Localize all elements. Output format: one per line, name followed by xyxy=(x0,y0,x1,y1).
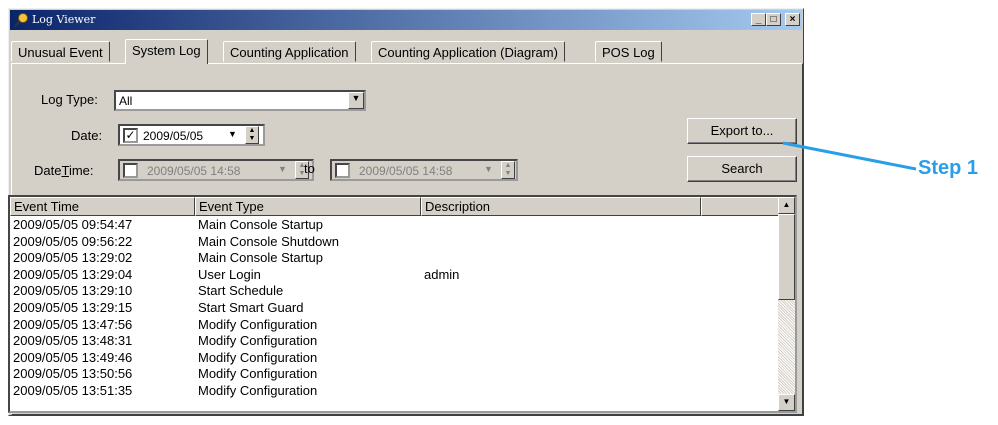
to-label: to xyxy=(304,161,315,176)
tab-pos-log[interactable]: POS Log xyxy=(595,41,662,62)
scroll-down-button[interactable]: ▼ xyxy=(778,394,795,411)
date-spinner[interactable]: ▲ ▼ xyxy=(245,126,259,144)
maximize-button[interactable]: □ xyxy=(766,13,781,26)
vertical-scrollbar[interactable]: ▲ ▼ xyxy=(778,197,795,411)
cell-event-time: 2009/05/05 13:51:35 xyxy=(13,383,133,398)
spin-down-icon: ▼ xyxy=(248,135,256,142)
datetime-to-checkbox[interactable] xyxy=(335,163,350,178)
table-row[interactable]: 2009/05/05 13:47:56 Modify Configuration xyxy=(10,317,780,333)
datetime-to-value: 2009/05/05 14:58 xyxy=(359,164,453,178)
close-icon: × xyxy=(789,14,796,25)
cell-event-type: Main Console Shutdown xyxy=(198,233,339,249)
cell-event-time: 2009/05/05 09:56:22 xyxy=(13,233,133,249)
datetime-label-part: Date xyxy=(34,163,62,178)
tab-counting-application-diagram[interactable]: Counting Application (Diagram) xyxy=(371,41,565,62)
window-title: Log Viewer xyxy=(32,13,96,26)
datetime-label-rest: ime: xyxy=(68,163,94,178)
step-1-annotation: Step 1 xyxy=(918,157,979,179)
cell-event-type: Start Schedule xyxy=(198,283,284,299)
table-row[interactable]: 2009/05/05 09:56:22 Main Console Shutdown xyxy=(10,234,780,250)
cell-event-type: Main Console Startup xyxy=(198,250,324,266)
magnifier-icon xyxy=(13,13,28,28)
step-pointer-line xyxy=(782,141,917,171)
cell-event-time: 2009/05/05 13:49:46 xyxy=(13,349,133,365)
date-label: Date: xyxy=(71,128,103,143)
cell-event-type: Modify Configuration xyxy=(198,349,318,365)
cell-event-type: User Login xyxy=(198,266,261,282)
table-row[interactable]: 2009/05/05 13:29:04 User Login admin xyxy=(10,267,780,283)
scroll-thumb[interactable] xyxy=(778,214,795,300)
tab-counting-application[interactable]: Counting Application xyxy=(223,41,356,62)
cell-event-time: 2009/05/05 13:29:10 xyxy=(13,283,133,299)
cell-event-time: 2009/05/05 13:29:02 xyxy=(13,250,133,266)
datetime-to-picker[interactable]: 2009/05/05 14:58 ▼ ▲ ▼ xyxy=(330,159,518,181)
tab-system-log[interactable]: System Log xyxy=(125,39,208,64)
scroll-up-button[interactable]: ▲ xyxy=(778,197,795,214)
cell-event-time: 2009/05/05 13:47:56 xyxy=(13,316,133,332)
maximize-icon: □ xyxy=(770,14,777,25)
column-header-event-type[interactable]: Event Type xyxy=(195,197,421,216)
table-row[interactable]: 2009/05/05 13:50:56 Modify Configuration xyxy=(10,366,780,382)
column-header-filler xyxy=(701,197,780,216)
cell-event-time: 2009/05/05 13:48:31 xyxy=(13,333,133,349)
checkmark-icon: ✓ xyxy=(125,128,136,142)
event-log-table[interactable]: Event Time Event Type Description 2009/0… xyxy=(8,195,797,413)
table-row[interactable]: 2009/05/05 13:49:46 Modify Configuration xyxy=(10,350,780,366)
column-header-description[interactable]: Description xyxy=(421,197,701,216)
scroll-down-icon: ▼ xyxy=(782,397,791,406)
cell-event-time: 2009/05/05 13:29:04 xyxy=(13,266,133,282)
datetime-from-checkbox[interactable] xyxy=(123,163,138,178)
datetime-label-mnemonic: T xyxy=(61,163,69,178)
cell-event-type: Main Console Startup xyxy=(198,217,324,232)
spin-up-icon: ▲ xyxy=(248,127,256,134)
cell-event-type: Start Smart Guard xyxy=(198,300,304,315)
cell-description: admin xyxy=(424,266,460,282)
table-row[interactable]: 2009/05/05 13:29:02 Main Console Startup xyxy=(10,250,780,266)
table-row[interactable]: 2009/05/05 09:54:47 Main Console Startup xyxy=(10,217,780,233)
datetime-to-spinner: ▲ ▼ xyxy=(501,161,515,179)
table-row[interactable]: 2009/05/05 13:29:10 Start Schedule xyxy=(10,283,780,299)
title-bar[interactable]: Log Viewer _ □ × xyxy=(10,10,802,30)
cell-event-time: 2009/05/05 13:50:56 xyxy=(13,366,133,382)
datetime-from-value: 2009/05/05 14:58 xyxy=(147,164,241,178)
minimize-button[interactable]: _ xyxy=(751,13,766,26)
scroll-up-icon: ▲ xyxy=(782,200,791,209)
table-row[interactable]: 2009/05/05 13:48:31 Modify Configuration xyxy=(10,333,780,349)
table-row[interactable]: 2009/05/05 13:51:35 Modify Configuration xyxy=(10,383,780,399)
minimize-icon: _ xyxy=(755,14,762,25)
cell-event-type: Modify Configuration xyxy=(198,316,318,332)
datetime-label: DateTime: xyxy=(34,163,94,178)
date-dropdown-icon[interactable]: ▼ xyxy=(228,129,237,139)
cell-event-type: Modify Configuration xyxy=(198,366,318,382)
cell-event-type: Modify Configuration xyxy=(198,333,318,349)
date-value: 2009/05/05 xyxy=(143,129,204,143)
datetime-from-picker[interactable]: 2009/05/05 14:58 ▼ ▲ ▼ xyxy=(118,159,314,181)
cell-event-time: 2009/05/05 09:54:47 xyxy=(13,217,133,232)
close-button[interactable]: × xyxy=(785,13,800,26)
date-picker[interactable]: ✓ 2009/05/05 ▼ ▲ ▼ xyxy=(118,124,265,146)
tab-unusual-event[interactable]: Unusual Event xyxy=(11,41,110,62)
datetime-to-dropdown-icon: ▼ xyxy=(484,164,493,174)
log-type-dropdown[interactable]: All ▼ xyxy=(114,90,366,111)
table-row[interactable]: 2009/05/05 13:29:15 Start Smart Guard xyxy=(10,300,780,316)
cell-event-type: Modify Configuration xyxy=(198,383,318,398)
log-type-value: All xyxy=(119,94,133,108)
cell-event-time: 2009/05/05 13:29:15 xyxy=(13,300,133,315)
column-header-event-time[interactable]: Event Time xyxy=(10,197,195,216)
date-checkbox[interactable]: ✓ xyxy=(123,128,138,143)
dropdown-arrow-icon[interactable]: ▼ xyxy=(348,92,364,109)
datetime-from-dropdown-icon: ▼ xyxy=(278,164,287,174)
log-type-label: Log Type: xyxy=(41,92,98,107)
